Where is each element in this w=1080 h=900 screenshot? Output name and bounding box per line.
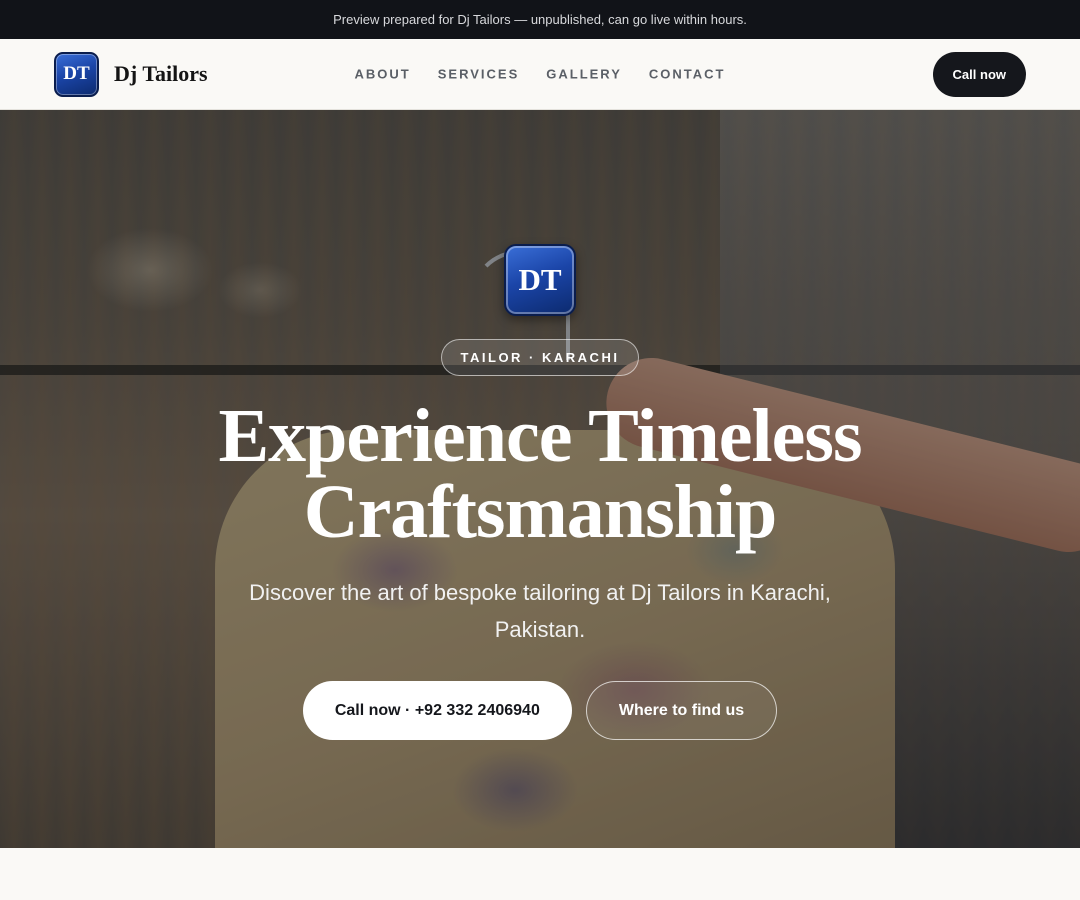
hero-headline: Experience Timeless Craftsmanship — [218, 394, 862, 554]
next-section — [0, 848, 1080, 900]
hero-section: DT TAILOR · KARACHI Experience Timeless … — [0, 110, 1080, 848]
brand[interactable]: DT Dj Tailors — [54, 51, 208, 97]
preview-banner-text: Preview prepared for Dj Tailors — unpubl… — [333, 12, 747, 27]
logo-text: DT — [63, 63, 90, 84]
main-nav: ABOUT SERVICES GALLERY CONTACT — [355, 67, 726, 82]
logo-icon: DT — [54, 51, 99, 97]
find-us-button[interactable]: Where to find us — [585, 681, 778, 740]
hero-logo-text: DT — [518, 262, 562, 297]
nav-link-services[interactable]: SERVICES — [438, 67, 520, 82]
hero-subtitle: Discover the art of bespoke tailoring at… — [249, 580, 831, 642]
nav-link-gallery[interactable]: GALLERY — [546, 67, 622, 82]
brand-name: Dj Tailors — [114, 61, 208, 86]
category-badge: TAILOR · KARACHI — [440, 339, 640, 376]
hero-cta-group: Call now · +92 332 2406940 Where to find… — [302, 681, 778, 740]
call-phone-button[interactable]: Call now · +92 332 2406940 — [302, 681, 572, 740]
hero-logo-icon: DT — [504, 244, 576, 316]
call-now-button[interactable]: Call now — [932, 51, 1026, 97]
nav-link-about[interactable]: ABOUT — [355, 67, 411, 82]
nav-link-contact[interactable]: CONTACT — [649, 67, 726, 82]
site-header: DT Dj Tailors ABOUT SERVICES GALLERY CON… — [0, 39, 1080, 110]
preview-banner: Preview prepared for Dj Tailors — unpubl… — [0, 0, 1080, 39]
hero-content: DT TAILOR · KARACHI Experience Timeless … — [0, 110, 1080, 848]
